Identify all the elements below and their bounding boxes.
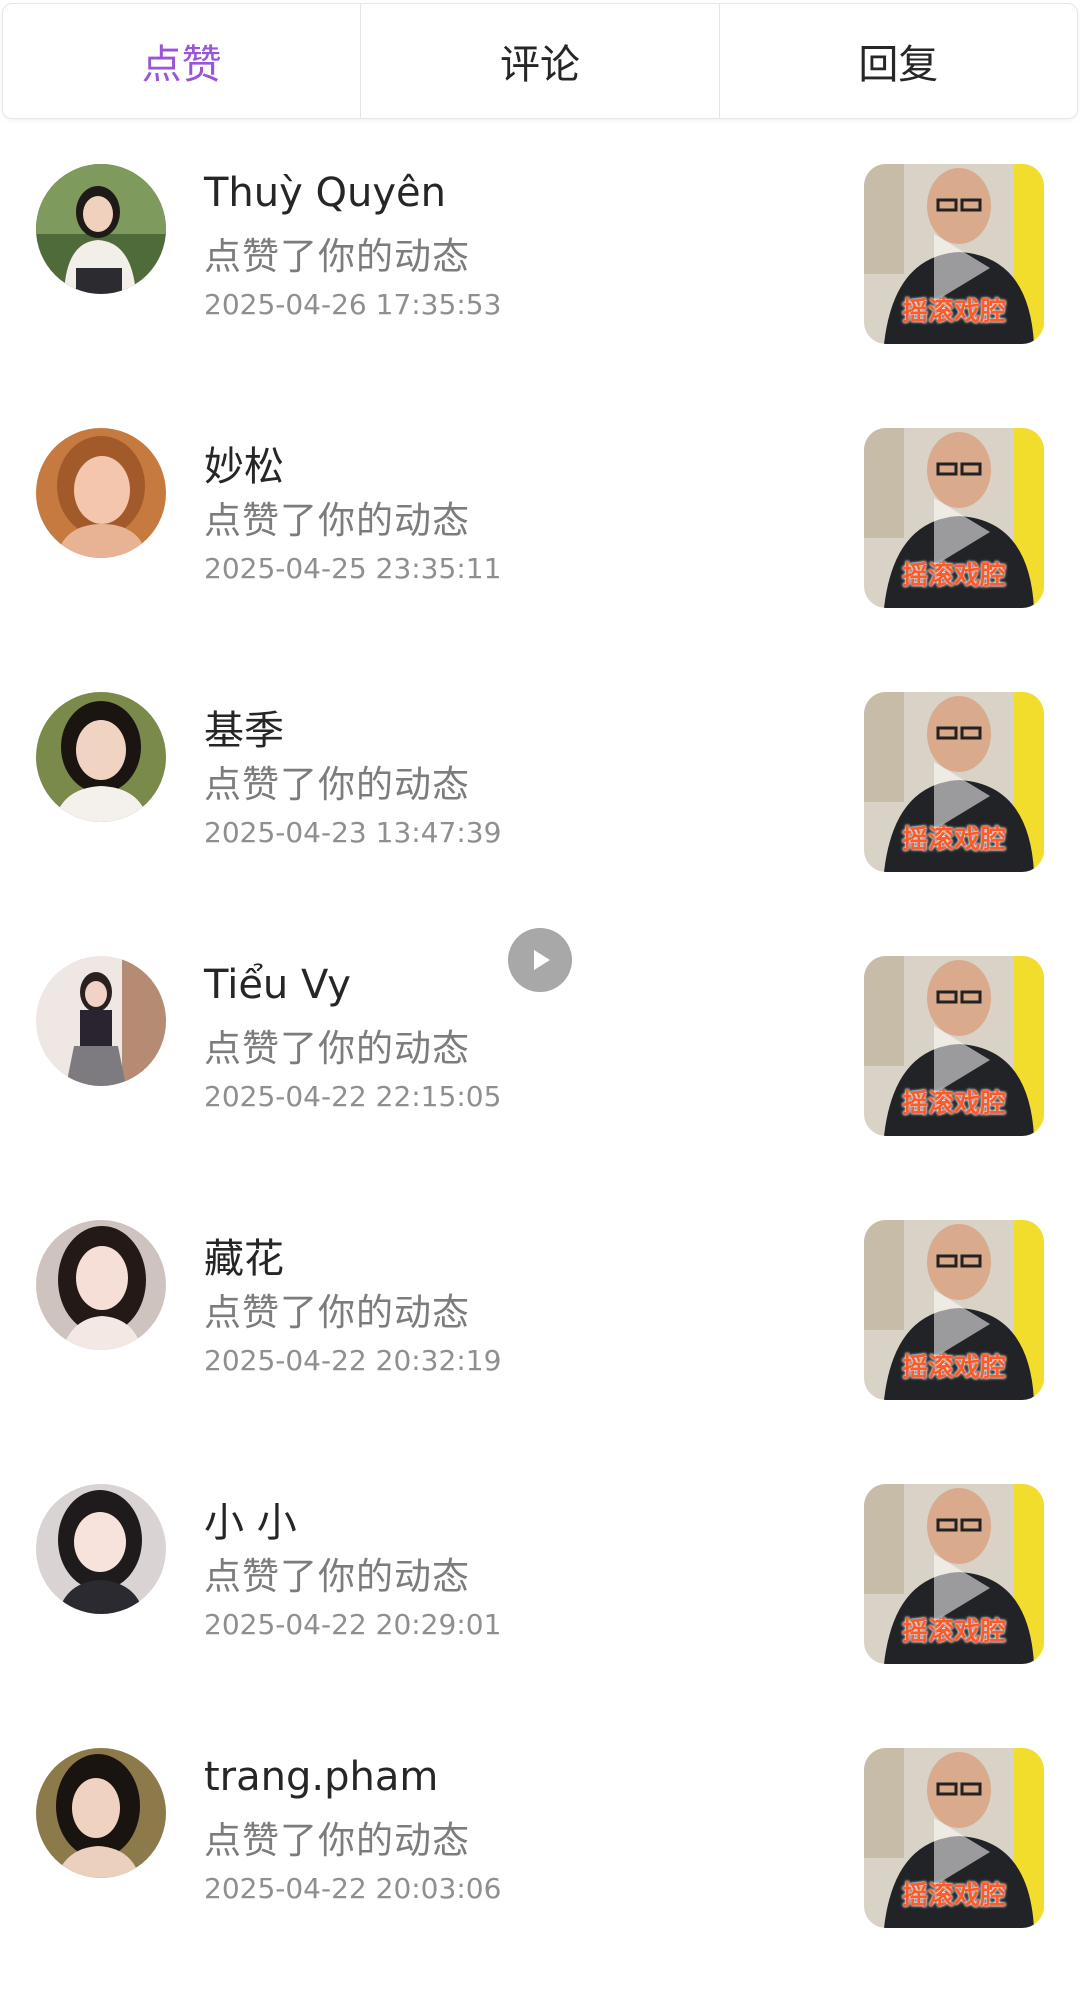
user-avatar[interactable] xyxy=(36,1748,166,1878)
notification-item[interactable]: 妙松 点赞了你的动态 2025-04-25 23:35:11 摇滚戏腔 xyxy=(0,414,1080,678)
timestamp: 2025-04-26 17:35:53 xyxy=(204,288,502,321)
action-text: 点赞了你的动态 xyxy=(204,763,470,806)
notification-item[interactable]: trang.pham 点赞了你的动态 2025-04-22 20:03:06 摇… xyxy=(0,1734,1080,1998)
action-text: 点赞了你的动态 xyxy=(204,499,470,542)
user-name[interactable]: 妙松 xyxy=(204,434,284,492)
notification-tabs: 点赞 评论 回复 xyxy=(2,3,1078,119)
user-avatar[interactable] xyxy=(36,956,166,1086)
user-name[interactable]: trang.pham xyxy=(204,1754,438,1800)
post-thumbnail[interactable]: 摇滚戏腔 xyxy=(864,1484,1044,1664)
play-button[interactable] xyxy=(508,928,572,992)
user-avatar[interactable] xyxy=(36,1484,166,1614)
timestamp: 2025-04-22 22:15:05 xyxy=(204,1080,502,1113)
user-name[interactable]: 基季 xyxy=(204,698,284,756)
post-thumbnail[interactable]: 摇滚戏腔 xyxy=(864,692,1044,872)
tab-likes[interactable]: 点赞 xyxy=(3,4,360,118)
post-thumbnail[interactable]: 摇滚戏腔 xyxy=(864,956,1044,1136)
thumbnail-caption: 摇滚戏腔 xyxy=(901,1617,1006,1647)
notification-item[interactable]: 藏花 点赞了你的动态 2025-04-22 20:32:19 摇滚戏腔 xyxy=(0,1206,1080,1470)
thumbnail-caption: 摇滚戏腔 xyxy=(901,561,1006,591)
thumbnail-caption: 摇滚戏腔 xyxy=(901,297,1006,327)
thumbnail-caption: 摇滚戏腔 xyxy=(901,1881,1006,1911)
user-name[interactable]: Tiểu Vy xyxy=(204,962,351,1008)
tab-comments[interactable]: 评论 xyxy=(360,4,718,118)
user-avatar[interactable] xyxy=(36,1220,166,1350)
user-avatar[interactable] xyxy=(36,164,166,294)
notification-item[interactable]: 基季 点赞了你的动态 2025-04-23 13:47:39 摇滚戏腔 xyxy=(0,678,1080,942)
user-avatar[interactable] xyxy=(36,692,166,822)
action-text: 点赞了你的动态 xyxy=(204,1555,470,1598)
tab-replies[interactable]: 回复 xyxy=(718,4,1077,118)
timestamp: 2025-04-22 20:03:06 xyxy=(204,1872,502,1905)
user-name[interactable]: 藏花 xyxy=(204,1226,284,1284)
notification-item[interactable]: Thuỳ Quyên 点赞了你的动态 2025-04-26 17:35:53 摇… xyxy=(0,150,1080,414)
timestamp: 2025-04-22 20:32:19 xyxy=(204,1344,502,1377)
post-thumbnail[interactable]: 摇滚戏腔 xyxy=(864,164,1044,344)
user-name[interactable]: Thuỳ Quyên xyxy=(204,170,446,216)
thumbnail-caption: 摇滚戏腔 xyxy=(901,1353,1006,1383)
post-thumbnail[interactable]: 摇滚戏腔 xyxy=(864,1220,1044,1400)
timestamp: 2025-04-22 20:29:01 xyxy=(204,1608,502,1641)
action-text: 点赞了你的动态 xyxy=(204,1027,470,1070)
notification-item[interactable]: 小 小 点赞了你的动态 2025-04-22 20:29:01 摇滚戏腔 xyxy=(0,1470,1080,1734)
user-avatar[interactable] xyxy=(36,428,166,558)
timestamp: 2025-04-23 13:47:39 xyxy=(204,816,502,849)
action-text: 点赞了你的动态 xyxy=(204,1819,470,1862)
action-text: 点赞了你的动态 xyxy=(204,235,470,278)
thumbnail-caption: 摇滚戏腔 xyxy=(901,825,1006,855)
user-name[interactable]: 小 小 xyxy=(204,1490,297,1548)
notification-list: Thuỳ Quyên 点赞了你的动态 2025-04-26 17:35:53 摇… xyxy=(0,150,1080,1998)
post-thumbnail[interactable]: 摇滚戏腔 xyxy=(864,428,1044,608)
play-icon xyxy=(534,950,550,970)
action-text: 点赞了你的动态 xyxy=(204,1291,470,1334)
thumbnail-caption: 摇滚戏腔 xyxy=(901,1089,1006,1119)
post-thumbnail[interactable]: 摇滚戏腔 xyxy=(864,1748,1044,1928)
timestamp: 2025-04-25 23:35:11 xyxy=(204,552,502,585)
